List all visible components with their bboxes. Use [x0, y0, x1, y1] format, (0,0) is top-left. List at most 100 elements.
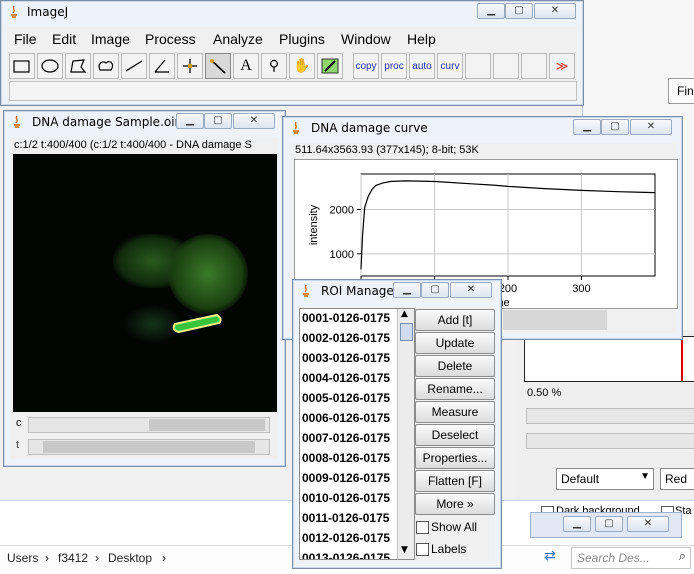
menu-analyze[interactable]: Analyze: [213, 31, 263, 47]
x-tick-label: 300: [572, 283, 590, 295]
maximize-button[interactable]: ▢: [421, 282, 449, 298]
scroll-tool[interactable]: ✋: [289, 53, 315, 79]
crosshair-icon: [183, 59, 197, 73]
roi-list[interactable]: 0001-0126-0175 0002-0126-0175 0003-0126-01…: [299, 308, 415, 560]
more-tools-button[interactable]: ≫: [549, 53, 575, 79]
menu-window[interactable]: Window: [341, 31, 391, 47]
roi-list-item[interactable]: 0002-0126-0175: [302, 331, 390, 345]
copy-macro-label: copy: [355, 60, 377, 72]
roi-list-item[interactable]: 0012-0126-0175: [302, 531, 390, 545]
close-button[interactable]: ✕: [534, 3, 576, 19]
minimize-button[interactable]: ▁: [573, 119, 601, 135]
dropper-icon: [321, 58, 339, 74]
breadcrumb-f3412[interactable]: f3412: [58, 551, 88, 565]
maximize-button[interactable]: ▢: [204, 113, 232, 129]
close-button[interactable]: ✕: [627, 516, 669, 532]
threshold-max-slider[interactable]: [526, 433, 694, 449]
curv-macro-tool[interactable]: curv: [437, 53, 463, 79]
hand-icon: ✋: [293, 58, 311, 74]
empty-tool-slot[interactable]: [465, 53, 491, 79]
properties-button[interactable]: Properties...: [415, 447, 495, 469]
menu-image[interactable]: Image: [91, 31, 130, 47]
add-button[interactable]: Add [t]: [415, 309, 495, 331]
labels-checkbox[interactable]: [416, 543, 429, 556]
zoom-tool[interactable]: ⚲: [261, 53, 287, 79]
close-button[interactable]: ✕: [630, 119, 672, 135]
roi-list-item[interactable]: 0005-0126-0175: [302, 391, 390, 405]
roi-list-item[interactable]: 0007-0126-0175: [302, 431, 390, 445]
more-button[interactable]: More »: [415, 493, 495, 515]
scroll-down-icon[interactable]: ▼: [401, 545, 408, 555]
image-canvas[interactable]: [13, 154, 277, 412]
empty-tool-slot[interactable]: [521, 53, 547, 79]
roi-list-item[interactable]: 0009-0126-0175: [302, 471, 390, 485]
minimize-button[interactable]: ▁: [563, 516, 591, 532]
line-tool[interactable]: [121, 53, 147, 79]
copy-macro-tool[interactable]: copy: [353, 53, 379, 79]
minimize-button[interactable]: ▁: [477, 3, 505, 19]
rectangle-tool[interactable]: [9, 53, 35, 79]
show-all-checkbox[interactable]: [416, 521, 429, 534]
threshold-min-slider[interactable]: [526, 408, 694, 424]
breadcrumb-users[interactable]: Users: [7, 551, 38, 565]
threshold-percent: 0.50 %: [527, 387, 562, 399]
scroll-up-icon[interactable]: ▲: [401, 309, 408, 319]
search-field[interactable]: Search Des... ⌕: [571, 547, 691, 569]
roi-list-item[interactable]: 0003-0126-0175: [302, 351, 390, 365]
roi-list-item[interactable]: 0006-0126-0175: [302, 411, 390, 425]
menu-help[interactable]: Help: [407, 31, 436, 47]
find-button-label: Fin: [677, 84, 694, 98]
deselect-button[interactable]: Deselect: [415, 424, 495, 446]
threshold-method-select[interactable]: Default ▼: [556, 468, 654, 490]
delete-button[interactable]: Delete: [415, 355, 495, 377]
menu-file[interactable]: File: [14, 31, 37, 47]
roi-list-item[interactable]: 0010-0126-0175: [302, 491, 390, 505]
roi-list-item[interactable]: 0001-0126-0175: [302, 311, 390, 325]
empty-tool-slot[interactable]: [493, 53, 519, 79]
search-input[interactable]: Search Des...: [577, 551, 650, 565]
oval-tool[interactable]: [37, 53, 63, 79]
close-button[interactable]: ✕: [233, 113, 275, 129]
refresh-icon[interactable]: ⇄: [540, 548, 560, 568]
java-icon: [303, 284, 309, 297]
roi-list-item[interactable]: 0011-0126-0175: [302, 511, 389, 525]
measure-button[interactable]: Measure: [415, 401, 495, 423]
wand-tool[interactable]: [205, 53, 231, 79]
menu-plugins[interactable]: Plugins: [279, 31, 325, 47]
imagej-titlebar: ImageJ ▁ ▢ ✕: [1, 1, 583, 25]
color-picker-tool[interactable]: [317, 53, 343, 79]
auto-macro-tool[interactable]: auto: [409, 53, 435, 79]
breadcrumb-desktop[interactable]: Desktop: [108, 551, 152, 565]
maximize-button[interactable]: ▢: [595, 516, 623, 532]
proc-macro-label: proc: [384, 60, 404, 72]
point-tool[interactable]: [177, 53, 203, 79]
roi-list-item[interactable]: 0013-0126-0175: [302, 551, 390, 559]
roi-list-item[interactable]: 0004-0126-0175: [302, 371, 390, 385]
text-tool[interactable]: A: [233, 53, 259, 79]
threshold-mode-select[interactable]: Red: [660, 468, 694, 490]
labels-label: Labels: [431, 542, 467, 556]
minimize-button[interactable]: ▁: [176, 113, 204, 129]
proc-macro-tool[interactable]: proc: [381, 53, 407, 79]
polygon-tool[interactable]: [65, 53, 91, 79]
close-button[interactable]: ✕: [450, 282, 492, 298]
maximize-button[interactable]: ▢: [601, 119, 629, 135]
menu-edit[interactable]: Edit: [52, 31, 76, 47]
flatten-button[interactable]: Flatten [F]: [415, 470, 495, 492]
time-slider[interactable]: [28, 439, 270, 455]
maximize-button[interactable]: ▢: [505, 3, 533, 19]
update-button[interactable]: Update: [415, 332, 495, 354]
freehand-tool[interactable]: [93, 53, 119, 79]
time-slider-label: t: [16, 439, 20, 451]
angle-tool[interactable]: [149, 53, 175, 79]
rename-button[interactable]: Rename...: [415, 378, 495, 400]
roi-list-item[interactable]: 0008-0126-0175: [302, 451, 390, 465]
roi-outline[interactable]: [13, 154, 277, 412]
roi-list-scrollbar[interactable]: ▲ ▼: [397, 309, 414, 559]
minimize-button[interactable]: ▁: [393, 282, 421, 298]
menu-process[interactable]: Process: [145, 31, 196, 47]
scroll-thumb[interactable]: [400, 323, 413, 341]
plot-control-bar: [503, 310, 607, 330]
find-button[interactable]: Fin: [668, 78, 694, 104]
channel-slider[interactable]: [28, 417, 270, 433]
